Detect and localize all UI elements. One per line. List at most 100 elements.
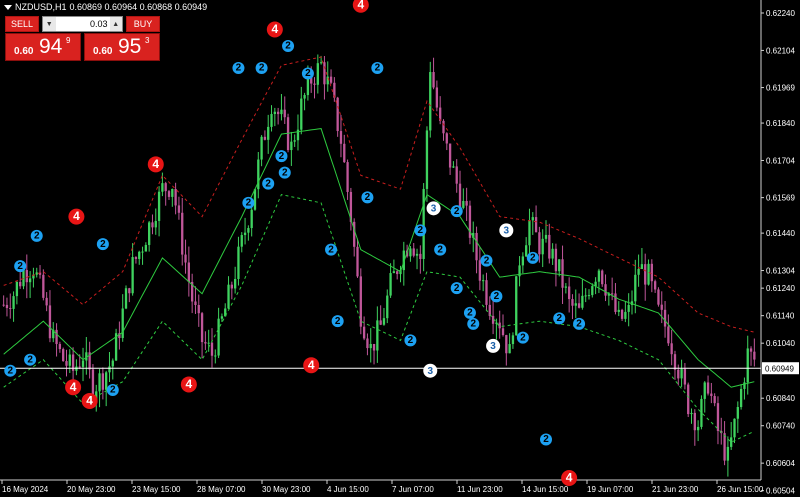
candle-body bbox=[237, 246, 240, 279]
candle-body bbox=[313, 83, 316, 85]
wave-marker-2: 2 bbox=[404, 334, 417, 347]
wave-marker-4: 4 bbox=[81, 392, 98, 409]
wave-marker-2: 2 bbox=[255, 62, 268, 75]
candle-body bbox=[478, 260, 482, 281]
candle-body bbox=[210, 342, 214, 356]
candle-body bbox=[419, 253, 422, 259]
wave-marker-label: 2 bbox=[494, 291, 500, 302]
wave-marker-2: 2 bbox=[106, 383, 119, 396]
wave-marker-label: 2 bbox=[576, 319, 582, 330]
candle-body bbox=[48, 305, 52, 339]
buy-button[interactable]: BUY bbox=[126, 16, 160, 32]
wave-marker-label: 2 bbox=[335, 316, 341, 327]
wave-marker-label: 2 bbox=[285, 41, 291, 52]
time-tick-label: 20 May 23:00 bbox=[67, 485, 116, 494]
price-tick-label: 0.61240 bbox=[766, 284, 795, 293]
wave-marker-label: 2 bbox=[467, 308, 473, 319]
price-tick-label: 0.61304 bbox=[766, 267, 795, 276]
sell-button[interactable]: SELL bbox=[5, 16, 39, 32]
lot-decrease-icon[interactable]: ▼ bbox=[43, 17, 56, 31]
candle-body bbox=[243, 232, 247, 236]
candle-body bbox=[9, 308, 12, 310]
candle-body bbox=[181, 212, 184, 255]
candle-body bbox=[58, 344, 62, 350]
candle-body bbox=[98, 373, 101, 392]
candle-body bbox=[534, 217, 538, 233]
candle-body bbox=[597, 270, 601, 282]
wave-marker-label: 2 bbox=[236, 63, 242, 74]
symbol-label: NZDUSD,H1 bbox=[15, 2, 67, 12]
wave-marker-2: 2 bbox=[275, 150, 288, 163]
wave-marker-label: 2 bbox=[282, 167, 288, 178]
candle-body bbox=[392, 271, 396, 274]
one-click-trading-panel: SELL ▼ ▲ BUY 0.60 94 9 0.60 95 3 bbox=[5, 16, 160, 61]
wave-marker-3: 3 bbox=[426, 201, 441, 216]
candle-body bbox=[670, 343, 673, 355]
candle-body bbox=[233, 278, 237, 289]
wave-marker-label: 2 bbox=[543, 434, 549, 445]
wave-marker-2: 2 bbox=[325, 243, 338, 256]
candle-body bbox=[128, 288, 131, 294]
candle-body bbox=[230, 284, 233, 289]
wave-marker-2: 2 bbox=[262, 177, 275, 190]
candle-body bbox=[637, 268, 640, 275]
candle-body bbox=[713, 396, 716, 404]
candle-body bbox=[62, 349, 65, 362]
wave-marker-2: 2 bbox=[232, 62, 245, 75]
candle-body bbox=[293, 140, 296, 142]
candle-body bbox=[303, 95, 306, 99]
candle-body bbox=[157, 191, 161, 221]
candle-body bbox=[508, 344, 511, 354]
candle-body bbox=[2, 304, 5, 306]
sell-price-button[interactable]: 0.60 94 9 bbox=[5, 33, 81, 61]
candle-body bbox=[376, 320, 379, 351]
price-tick-label: 0.61840 bbox=[766, 119, 795, 128]
candle-body bbox=[45, 297, 48, 306]
candle-body bbox=[396, 271, 399, 275]
candle-body bbox=[634, 274, 637, 302]
price-tick-label: 0.60604 bbox=[766, 459, 795, 468]
wave-marker-label: 4 bbox=[86, 394, 93, 408]
candle-body bbox=[749, 348, 753, 352]
wave-marker-label: 2 bbox=[110, 385, 116, 396]
buy-price-button[interactable]: 0.60 95 3 bbox=[84, 33, 160, 61]
candle-body bbox=[458, 183, 462, 208]
candle-body bbox=[746, 348, 749, 383]
candle-body bbox=[690, 412, 693, 415]
sell-price-prefix: 0.60 bbox=[14, 46, 34, 57]
candle-body bbox=[28, 278, 32, 283]
wave-marker-3: 3 bbox=[423, 363, 438, 378]
wave-marker-2: 2 bbox=[96, 238, 109, 251]
wave-marker-label: 2 bbox=[470, 319, 476, 330]
wave-marker-label: 4 bbox=[357, 0, 364, 11]
candle-body bbox=[415, 253, 419, 256]
candle-body bbox=[101, 373, 105, 390]
lot-size-input[interactable] bbox=[55, 19, 110, 29]
candle-body bbox=[164, 183, 167, 192]
wave-marker-2: 2 bbox=[490, 290, 503, 303]
price-chart[interactable]: 0.60949 222244422442 22242222422422322222… bbox=[0, 0, 800, 497]
time-tick-label: 19 Jun 07:00 bbox=[587, 485, 634, 494]
candle-body bbox=[200, 313, 204, 343]
candle-body bbox=[693, 412, 696, 431]
candle-body bbox=[627, 304, 630, 312]
wave-marker-2: 2 bbox=[467, 317, 480, 330]
candle-body bbox=[739, 388, 743, 408]
wave-marker-label: 2 bbox=[27, 354, 33, 365]
candle-body bbox=[561, 259, 564, 288]
candle-body bbox=[617, 309, 620, 312]
wave-marker-2: 2 bbox=[24, 353, 37, 366]
chart-background bbox=[0, 0, 800, 497]
candle-body bbox=[81, 360, 85, 367]
wave-marker-label: 2 bbox=[17, 261, 23, 272]
wave-marker-label: 2 bbox=[328, 244, 334, 255]
dropdown-triangle-icon[interactable] bbox=[4, 4, 12, 10]
candle-body bbox=[647, 263, 650, 285]
lot-increase-icon[interactable]: ▲ bbox=[109, 17, 122, 31]
buy-price-fraction: 3 bbox=[145, 36, 150, 45]
candle-body bbox=[624, 311, 627, 319]
candle-body bbox=[429, 72, 432, 131]
candle-body bbox=[187, 262, 191, 282]
wave-marker-label: 2 bbox=[246, 198, 252, 209]
candle-body bbox=[640, 264, 644, 269]
